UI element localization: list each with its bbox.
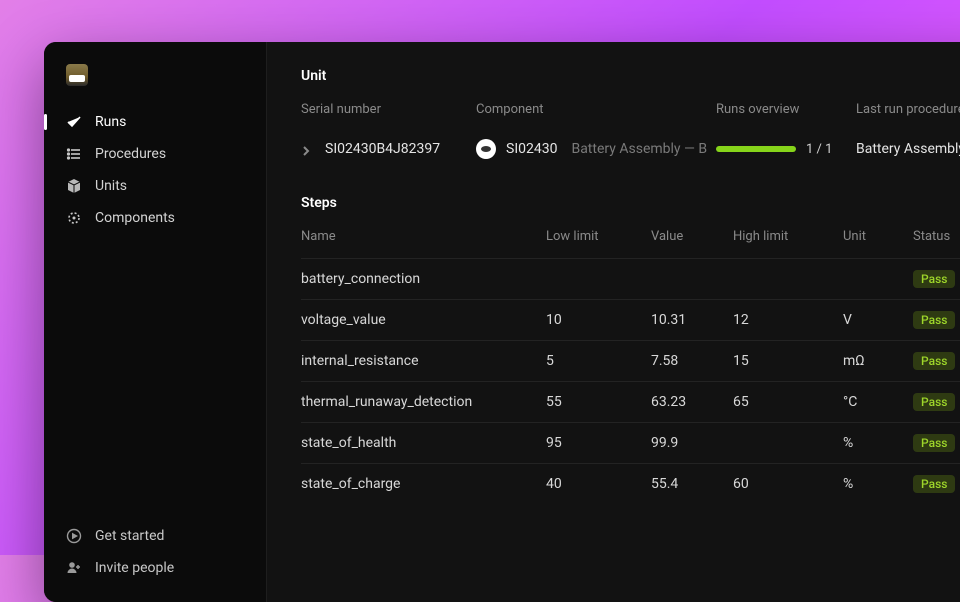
footer-item-label: Get started — [95, 528, 164, 544]
step-low: 55 — [546, 394, 651, 410]
col-header-value: Value — [651, 229, 733, 244]
app-logo — [66, 64, 88, 86]
step-high: 60 — [733, 476, 843, 492]
runs-cell: 1 / 1 — [716, 142, 856, 157]
status-badge: Pass — [913, 393, 955, 411]
step-low: 95 — [546, 435, 651, 451]
step-row[interactable]: thermal_runaway_detection5563.2365°CPass — [301, 381, 960, 422]
step-name: internal_resistance — [301, 353, 546, 369]
steps-table-header: Name Low limit Value High limit Unit Sta… — [301, 229, 960, 258]
step-value: 7.58 — [651, 353, 733, 369]
step-unit: °C — [843, 394, 913, 410]
main-content: Unit Serial number Component Runs overvi… — [267, 42, 960, 602]
step-value: 55.4 — [651, 476, 733, 492]
sidebar-item-procedures[interactable]: Procedures — [44, 138, 266, 170]
step-high: 15 — [733, 353, 843, 369]
col-header-unit: Unit — [843, 229, 913, 244]
step-value: 63.23 — [651, 394, 733, 410]
target-icon — [66, 210, 82, 226]
steps-table-body: battery_connectionPassvoltage_value1010.… — [301, 258, 960, 504]
col-header-component: Component — [476, 102, 716, 117]
unit-section-title: Unit — [301, 68, 960, 84]
step-status: Pass — [913, 311, 960, 329]
step-name: battery_connection — [301, 271, 546, 287]
step-unit: % — [843, 435, 913, 451]
sidebar-item-label: Procedures — [95, 146, 166, 162]
col-header-high: High limit — [733, 229, 843, 244]
step-row[interactable]: internal_resistance57.5815mΩPass — [301, 340, 960, 381]
step-row[interactable]: voltage_value1010.3112VPass — [301, 299, 960, 340]
status-badge: Pass — [913, 475, 955, 493]
sidebar-item-components[interactable]: Components — [44, 202, 266, 234]
status-badge: Pass — [913, 270, 955, 288]
component-badge-icon — [476, 139, 496, 159]
step-low: 10 — [546, 312, 651, 328]
col-header-name: Name — [301, 229, 546, 244]
sidebar-item-label: Components — [95, 210, 175, 226]
sidebar-item-label: Runs — [95, 114, 126, 130]
component-code: SI02430 — [506, 141, 557, 157]
step-name: state_of_charge — [301, 476, 546, 492]
status-badge: Pass — [913, 434, 955, 452]
unit-table-row[interactable]: SI02430B4J82397 SI02430 Battery Assembly… — [301, 139, 960, 159]
steps-section: Steps Name Low limit Value High limit Un… — [301, 195, 960, 504]
sidebar-item-units[interactable]: Units — [44, 170, 266, 202]
step-row[interactable]: battery_connection Pass — [301, 258, 960, 299]
col-header-serial: Serial number — [301, 102, 476, 117]
app-window: Runs Procedures Units Components — [44, 42, 960, 602]
sidebar: Runs Procedures Units Components — [44, 42, 267, 602]
serial-value: SI02430B4J82397 — [325, 141, 440, 157]
step-row[interactable]: state_of_charge4055.460%Pass — [301, 463, 960, 504]
list-icon — [66, 146, 82, 162]
col-header-low: Low limit — [546, 229, 651, 244]
step-status: Pass — [913, 393, 960, 411]
sidebar-item-runs[interactable]: Runs — [44, 106, 266, 138]
step-unit: V — [843, 312, 913, 328]
chevron-right-icon[interactable] — [301, 144, 311, 154]
step-status: Pass — [913, 475, 960, 493]
step-high: 65 — [733, 394, 843, 410]
unit-table-header: Serial number Component Runs overview La… — [301, 102, 960, 117]
step-name: voltage_value — [301, 312, 546, 328]
step-row[interactable]: state_of_health9599.9%Pass — [301, 422, 960, 463]
col-header-runs: Runs overview — [716, 102, 856, 117]
steps-section-title: Steps — [301, 195, 960, 211]
status-badge: Pass — [913, 311, 955, 329]
col-header-last: Last run procedure — [856, 102, 960, 117]
step-status: Pass — [913, 352, 960, 370]
step-name: state_of_health — [301, 435, 546, 451]
step-low: 40 — [546, 476, 651, 492]
step-value: 10.31 — [651, 312, 733, 328]
runs-count: 1 / 1 — [806, 142, 832, 157]
runs-progress-bar — [716, 146, 796, 152]
last-procedure: Battery Assembly — [856, 141, 960, 157]
add-user-icon — [66, 560, 82, 576]
sidebar-footer: Get started Invite people — [44, 520, 266, 602]
check-icon — [66, 114, 82, 130]
col-header-status: Status — [913, 229, 960, 244]
step-unit: mΩ — [843, 353, 913, 369]
component-desc: Battery Assembly — B — [571, 141, 707, 157]
play-circle-icon — [66, 528, 82, 544]
sidebar-get-started[interactable]: Get started — [44, 520, 266, 552]
cube-icon — [66, 178, 82, 194]
step-low: 5 — [546, 353, 651, 369]
step-unit: % — [843, 476, 913, 492]
step-value: 99.9 — [651, 435, 733, 451]
footer-item-label: Invite people — [95, 560, 174, 576]
component-cell: SI02430 Battery Assembly — B — [476, 139, 716, 159]
status-badge: Pass — [913, 352, 955, 370]
step-status: Pass — [913, 434, 960, 452]
serial-cell: SI02430B4J82397 — [301, 141, 476, 157]
sidebar-invite-people[interactable]: Invite people — [44, 552, 266, 584]
step-high: 12 — [733, 312, 843, 328]
step-name: thermal_runaway_detection — [301, 394, 546, 410]
step-status: Pass — [913, 270, 960, 288]
sidebar-nav: Runs Procedures Units Components — [44, 106, 266, 234]
sidebar-item-label: Units — [95, 178, 127, 194]
